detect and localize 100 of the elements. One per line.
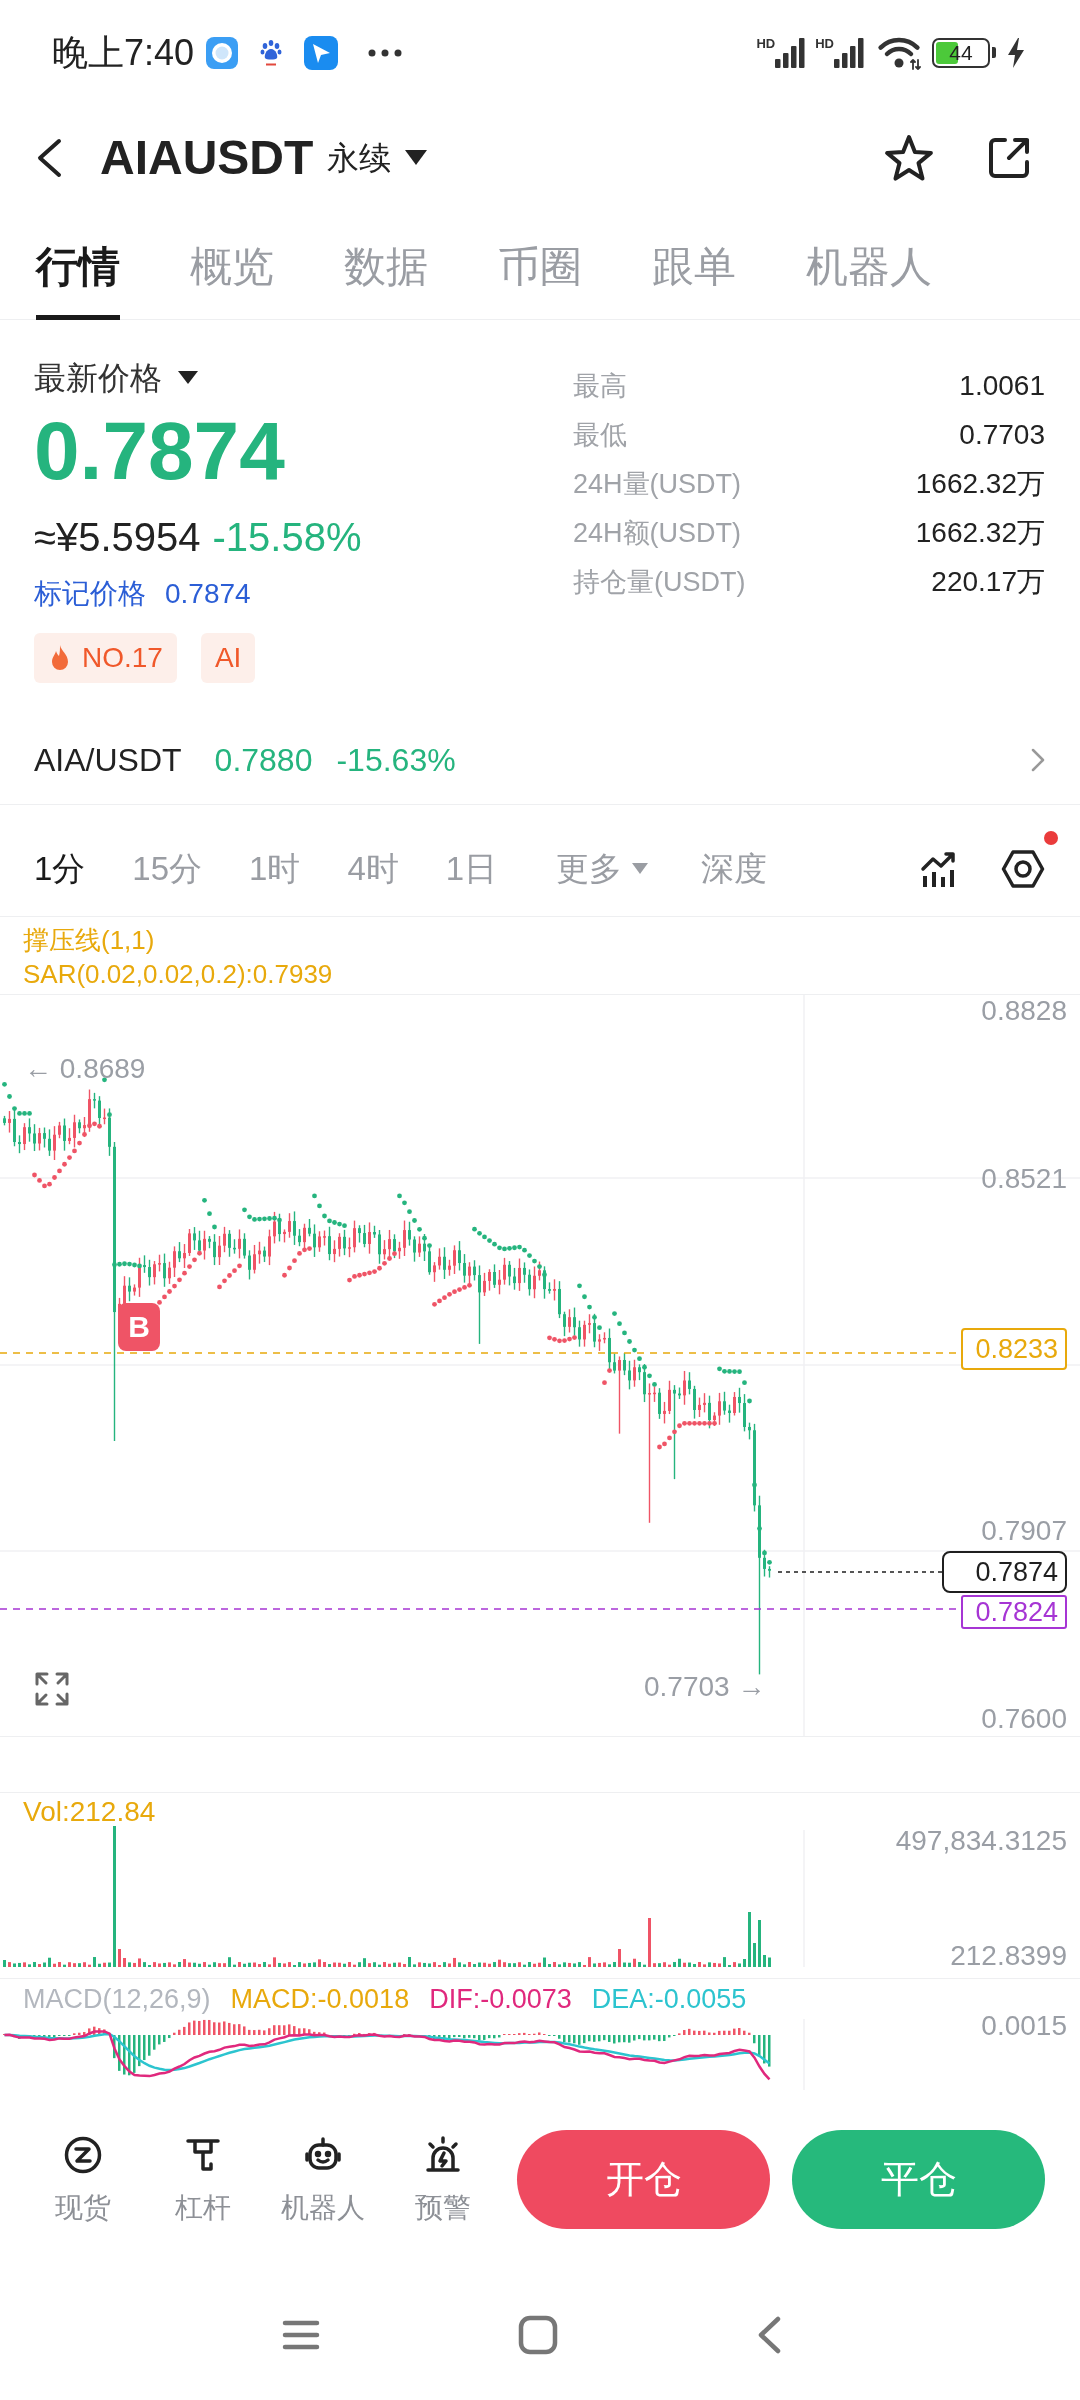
siren-icon	[423, 2135, 463, 2175]
interval-tab[interactable]: 4时	[347, 848, 399, 889]
tab[interactable]: 机器人	[806, 242, 932, 320]
last-price-tag: 0.7874	[942, 1551, 1067, 1593]
volume-bar	[283, 1963, 286, 1967]
interval-tab[interactable]: 1时	[249, 848, 301, 889]
cny-price: ≈¥5.5954	[34, 514, 201, 560]
dropdown-caret-icon[interactable]	[405, 149, 428, 166]
arrow-app-icon	[304, 35, 339, 70]
volume-bar	[243, 1963, 246, 1967]
tab[interactable]: 行情	[36, 242, 120, 320]
close-position-button[interactable]: 平仓	[792, 2130, 1045, 2229]
volume-bar	[733, 1962, 736, 1967]
rank-tag[interactable]: NO.17	[34, 633, 177, 683]
volume-bar	[543, 1957, 546, 1967]
volume-bar	[493, 1962, 496, 1967]
trend-chart-icon[interactable]	[920, 849, 958, 888]
indicator-legend: SAR(0.02,0.02,0.2):0.7939	[23, 957, 333, 991]
status-time: 晚上7:40	[52, 32, 195, 73]
open-position-button[interactable]: 开仓	[517, 2130, 770, 2229]
volume-bar	[298, 1962, 301, 1967]
volume-bar	[163, 1962, 166, 1967]
volume-bar	[83, 1962, 86, 1967]
volume-bar	[38, 1964, 41, 1967]
more-icon	[368, 48, 403, 57]
stat-label: 最高	[573, 369, 627, 402]
volume-bar	[338, 1962, 341, 1967]
stat-label: 最低	[573, 418, 627, 451]
volume-bar	[103, 1962, 106, 1967]
volume-bar	[513, 1963, 516, 1967]
tab[interactable]: 概览	[190, 242, 274, 320]
volume-bar	[203, 1962, 206, 1967]
indicator-legend: 撑压线(1,1)	[23, 923, 155, 957]
tab[interactable]: 跟单	[652, 242, 736, 320]
volume-bar	[108, 1962, 111, 1967]
spot-change: -15.63%	[336, 740, 456, 779]
star-icon[interactable]	[883, 132, 935, 183]
volume-bar	[508, 1963, 511, 1967]
volume-bar	[578, 1962, 581, 1967]
shortcut-button[interactable]: 预警	[383, 2130, 503, 2225]
volume-bar	[453, 1957, 456, 1967]
volume-bar	[748, 1912, 751, 1967]
volume-bar	[208, 1964, 211, 1967]
volume-bar	[643, 1964, 646, 1967]
shortcut-button[interactable]: 现货	[23, 2130, 143, 2225]
spot-price: 0.7880	[214, 740, 313, 779]
home-icon[interactable]	[518, 2315, 558, 2355]
sector-tag[interactable]: AI	[200, 633, 256, 683]
interval-tab[interactable]: 15分	[132, 848, 203, 889]
volume-axis-label: 497,834.3125	[895, 1825, 1067, 1857]
volume-bar	[428, 1963, 431, 1967]
volume-bar	[3, 1960, 6, 1967]
volume-bar	[738, 1963, 741, 1967]
price-axis-label: 0.7600	[981, 1703, 1067, 1735]
volume-bar	[618, 1949, 621, 1967]
stat-label: 持仓量(USDT)	[573, 565, 746, 598]
more-menu-button[interactable]: 更多	[556, 848, 649, 889]
volume-bar	[218, 1963, 221, 1967]
back-icon[interactable]	[36, 137, 62, 178]
volume-bar	[358, 1962, 361, 1967]
volume-bar	[53, 1963, 56, 1967]
volume-bar	[8, 1962, 11, 1967]
settings-icon[interactable]	[1001, 848, 1045, 889]
volume-bar	[458, 1962, 461, 1967]
shortcut-button[interactable]: 杠杆	[143, 2130, 263, 2225]
shortcut-button[interactable]: 机器人	[263, 2130, 383, 2225]
volume-bar	[423, 1962, 426, 1967]
network-type-label: HD	[815, 37, 834, 51]
expand-icon[interactable]	[34, 1671, 70, 1707]
volume-bar	[483, 1962, 486, 1967]
volume-bar	[638, 1962, 641, 1967]
volume-bar	[528, 1962, 531, 1967]
volume-bar	[723, 1957, 726, 1967]
volume-bar	[743, 1959, 746, 1967]
volume-bar	[168, 1962, 171, 1967]
volume-bar	[228, 1957, 231, 1967]
high-price-label: ← 0.8689	[24, 1053, 146, 1085]
volume-bar	[488, 1963, 491, 1967]
volume-bar	[13, 1963, 16, 1967]
volume-bar	[288, 1962, 291, 1967]
volume-bar	[398, 1962, 401, 1967]
tab[interactable]: 数据	[344, 242, 428, 320]
volume-bar	[658, 1963, 661, 1967]
volume-bar	[448, 1963, 451, 1967]
volume-bar	[188, 1962, 191, 1967]
price-type-label: 最新价格	[34, 359, 162, 398]
volume-bar	[718, 1963, 721, 1967]
chevron-right-icon[interactable]	[1031, 747, 1045, 772]
tab[interactable]: 币圈	[498, 242, 582, 320]
interval-tab[interactable]: 1分	[34, 848, 86, 889]
buy-marker: B	[118, 1303, 160, 1351]
volume-bar	[198, 1963, 201, 1967]
interval-tab[interactable]: 1日	[445, 848, 498, 889]
price-axis-label: 0.8521	[981, 1163, 1067, 1195]
volume-bar	[143, 1962, 146, 1967]
menu-icon[interactable]	[282, 2320, 320, 2350]
dropdown-caret-icon[interactable]	[178, 371, 198, 385]
volume-bar	[373, 1962, 376, 1967]
depth-tab[interactable]: 深度	[701, 848, 768, 889]
alert-price-tag: 0.8233	[961, 1328, 1067, 1370]
